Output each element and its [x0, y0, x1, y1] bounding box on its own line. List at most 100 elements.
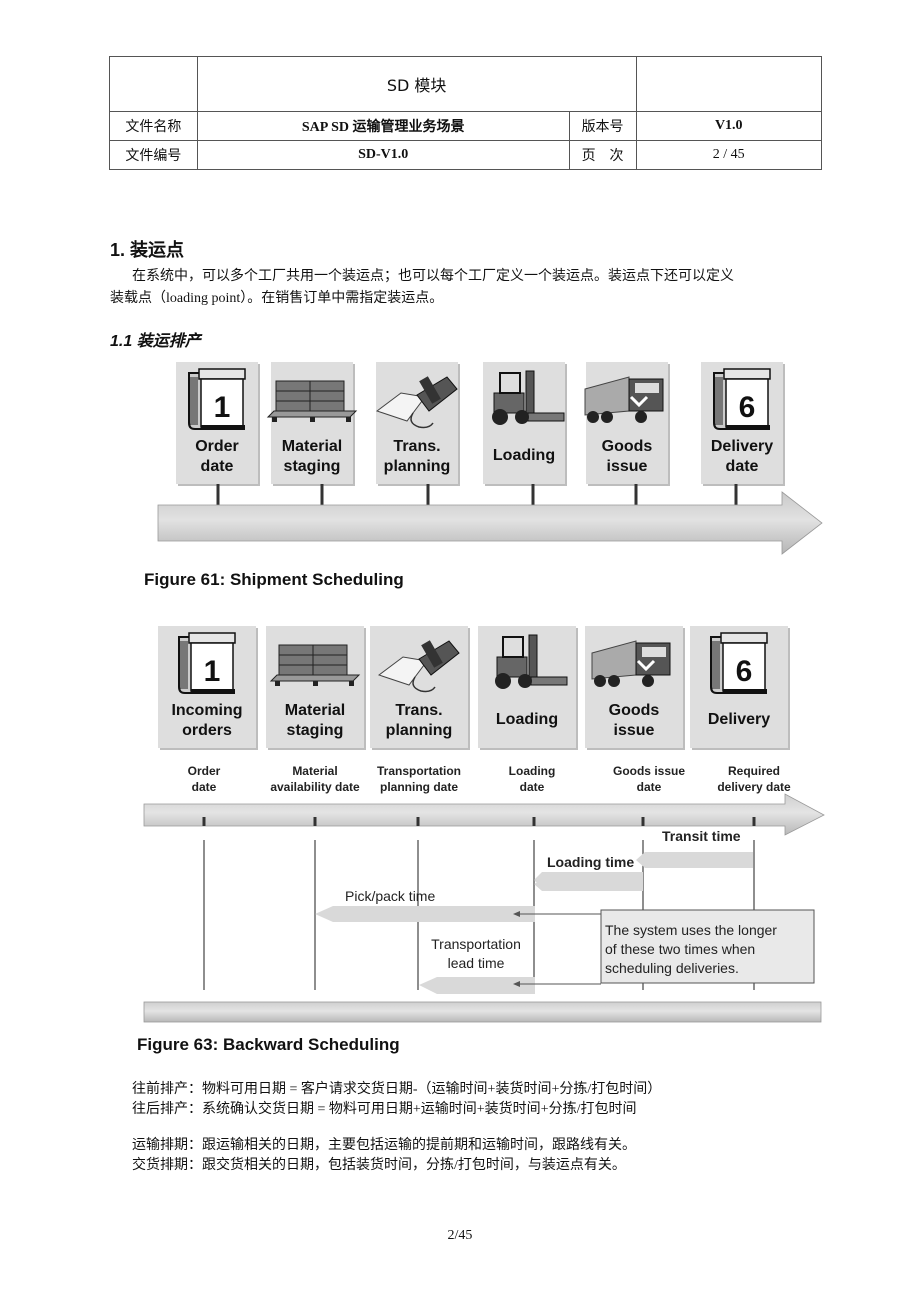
milestone-date-line-1: Goods issue — [613, 764, 685, 778]
transit-time-bar — [636, 852, 753, 868]
module-title: SD 模块 — [196, 56, 637, 112]
timeline-connector — [734, 484, 738, 506]
figure-61-caption: Figure 61: Shipment Scheduling — [144, 570, 404, 589]
step-label-line-2: date — [201, 458, 234, 475]
paragraph-line-1: 在系统中，可以多个工厂共用一个装运点；也可以每个工厂定义一个装运点。装运点下还可… — [132, 269, 734, 284]
calendar-icon: 6 — [713, 368, 771, 430]
timeline-arrow — [157, 491, 823, 555]
timeline-tick — [202, 817, 206, 826]
transit-time-label: Transit time — [662, 828, 741, 844]
shipment-scheduling-diagram: 1 Order date Material staging Trans. planning L… — [140, 358, 825, 563]
step-label-line-1: Loading — [496, 711, 558, 728]
paragraph-line-2: 装载点（loading point）。在销售订单中需指定装运点。 — [110, 291, 444, 306]
backward-scheduling-formula: 往后排产：系统确认交货日期 = 物料可用日期+运输时间+装货时间+分拣/打包时间 — [132, 1102, 637, 1117]
page-label: 页 次 — [568, 140, 637, 170]
timeline-connector — [216, 484, 220, 506]
page-footer: 2/45 — [447, 1228, 473, 1243]
figure-63-caption: Figure 63: Backward Scheduling — [137, 1035, 400, 1054]
step-label-line-2: planning — [384, 458, 451, 475]
figure63-step-1: 1 Incoming orders — [158, 626, 258, 750]
step-label-line-1: Goods — [609, 702, 660, 719]
step-label-line-1: Loading — [493, 447, 555, 464]
transportation-lead-label-1: Transportation — [431, 936, 521, 952]
bottom-bar — [143, 1001, 822, 1023]
pallet-icon — [269, 644, 361, 686]
step-label-line-1: Delivery — [711, 438, 773, 455]
timeline-connector — [426, 484, 430, 506]
figure63-step-5: Goods issue — [585, 626, 685, 750]
subsection-heading: 1.1 装运排产 — [110, 333, 201, 350]
milestone-date-line-1: Order — [188, 764, 221, 778]
loading-time-label: Loading time — [547, 854, 634, 870]
empty-cell — [635, 56, 822, 112]
timeline-tick — [532, 817, 536, 826]
note-line-2: of these two times when — [605, 941, 755, 957]
timeline-connector — [320, 484, 324, 506]
step-label-line-1: Delivery — [708, 711, 770, 728]
step-label-line-1: Incoming — [171, 702, 242, 719]
figure61-step-6: 6 Delivery date — [701, 362, 785, 486]
step-label-line-2: issue — [607, 458, 648, 475]
milestone-date-line-2: planning date — [380, 780, 458, 794]
pickpack-time-bar — [315, 906, 535, 922]
milestone-date-line-2: date — [637, 780, 662, 794]
calendar-number: 6 — [736, 655, 753, 688]
figure63-step-6: 6 Delivery — [690, 626, 790, 750]
calendar-icon: 1 — [188, 368, 246, 430]
milestone-date-line-2: date — [192, 780, 217, 794]
note-line-3: scheduling deliveries. — [605, 960, 739, 976]
timeline-tick — [641, 817, 645, 826]
backward-scheduling-diagram: 1 Incoming orders Material staging Trans. plan… — [140, 622, 830, 1027]
version-label: 版本号 — [568, 111, 637, 141]
step-label-line-1: Trans. — [393, 438, 440, 455]
milestone-date-line-2: availability date — [270, 780, 360, 794]
forward-scheduling-formula: 往前排产：物料可用日期 = 客户请求交货日期-（运输时间+装货时间+分拣/打包时… — [132, 1082, 662, 1097]
figure61-step-2: Material staging — [266, 362, 358, 486]
file-name-value: SAP SD 运输管理业务场景 — [196, 111, 570, 141]
delivery-scheduling-text: 交货排期：跟交货相关的日期，包括装货时间，分拣/打包时间，与装运点有关。 — [132, 1158, 626, 1173]
step-label-line-1: Order — [195, 438, 239, 455]
calendar-number: 1 — [204, 655, 221, 688]
figure61-step-3: Trans. planning — [375, 362, 460, 486]
page-value: 2 / 45 — [635, 140, 822, 170]
timeline-tick — [416, 817, 420, 826]
version-value: V1.0 — [635, 111, 822, 141]
section-heading: 1. 装运点 — [110, 240, 185, 260]
milestone-date-line-1: Material — [292, 764, 337, 778]
step-label-line-2: issue — [614, 722, 655, 739]
step-label-line-1: Material — [282, 438, 342, 455]
note-line-1: The system uses the longer — [605, 922, 777, 938]
file-number-label: 文件编号 — [109, 140, 198, 170]
figure63-step-3: Trans. planning — [370, 626, 470, 750]
step-label-line-1: Material — [285, 702, 345, 719]
step-label-line-1: Goods — [602, 438, 653, 455]
section-paragraph: 在系统中，可以多个工厂共用一个装运点；也可以每个工厂定义一个装运点。装运点下还可… — [110, 266, 810, 310]
timeline-tick — [313, 817, 317, 826]
figure63-step-2: Material staging — [266, 626, 366, 750]
figure61-step-4: Loading — [483, 362, 567, 486]
milestone-date-line-2: delivery date — [717, 780, 791, 794]
calendar-number: 6 — [739, 391, 756, 424]
calendar-icon: 1 — [178, 632, 236, 694]
timeline-connector — [634, 484, 638, 506]
milestone-date-line-2: date — [520, 780, 545, 794]
file-name-label: 文件名称 — [109, 111, 198, 141]
logo-cell — [109, 56, 198, 112]
milestone-date-line-1: Required — [728, 764, 780, 778]
figure63-step-4: Loading — [478, 626, 578, 750]
calendar-icon: 6 — [710, 632, 768, 694]
milestone-date-line-1: Loading — [509, 764, 556, 778]
step-label-line-2: planning — [386, 722, 453, 739]
step-label-line-1: Trans. — [395, 702, 442, 719]
document-header-table: SD 模块 文件名称 SAP SD 运输管理业务场景 版本号 V1.0 文件编号… — [109, 56, 822, 170]
milestone-date-line-1: Transportation — [377, 764, 461, 778]
step-label-line-2: orders — [182, 722, 232, 739]
step-label-line-2: staging — [284, 458, 341, 475]
timeline-tick — [752, 817, 756, 826]
figure61-step-1: 1 Order date — [176, 362, 260, 486]
timeline-connector — [531, 484, 535, 506]
step-label-line-2: staging — [287, 722, 344, 739]
pickpack-time-label: Pick/pack time — [345, 888, 435, 904]
transport-scheduling-text: 运输排期：跟运输相关的日期，主要包括运输的提前期和运输时间，跟路线有关。 — [132, 1138, 636, 1153]
file-number-value: SD-V1.0 — [196, 140, 570, 170]
